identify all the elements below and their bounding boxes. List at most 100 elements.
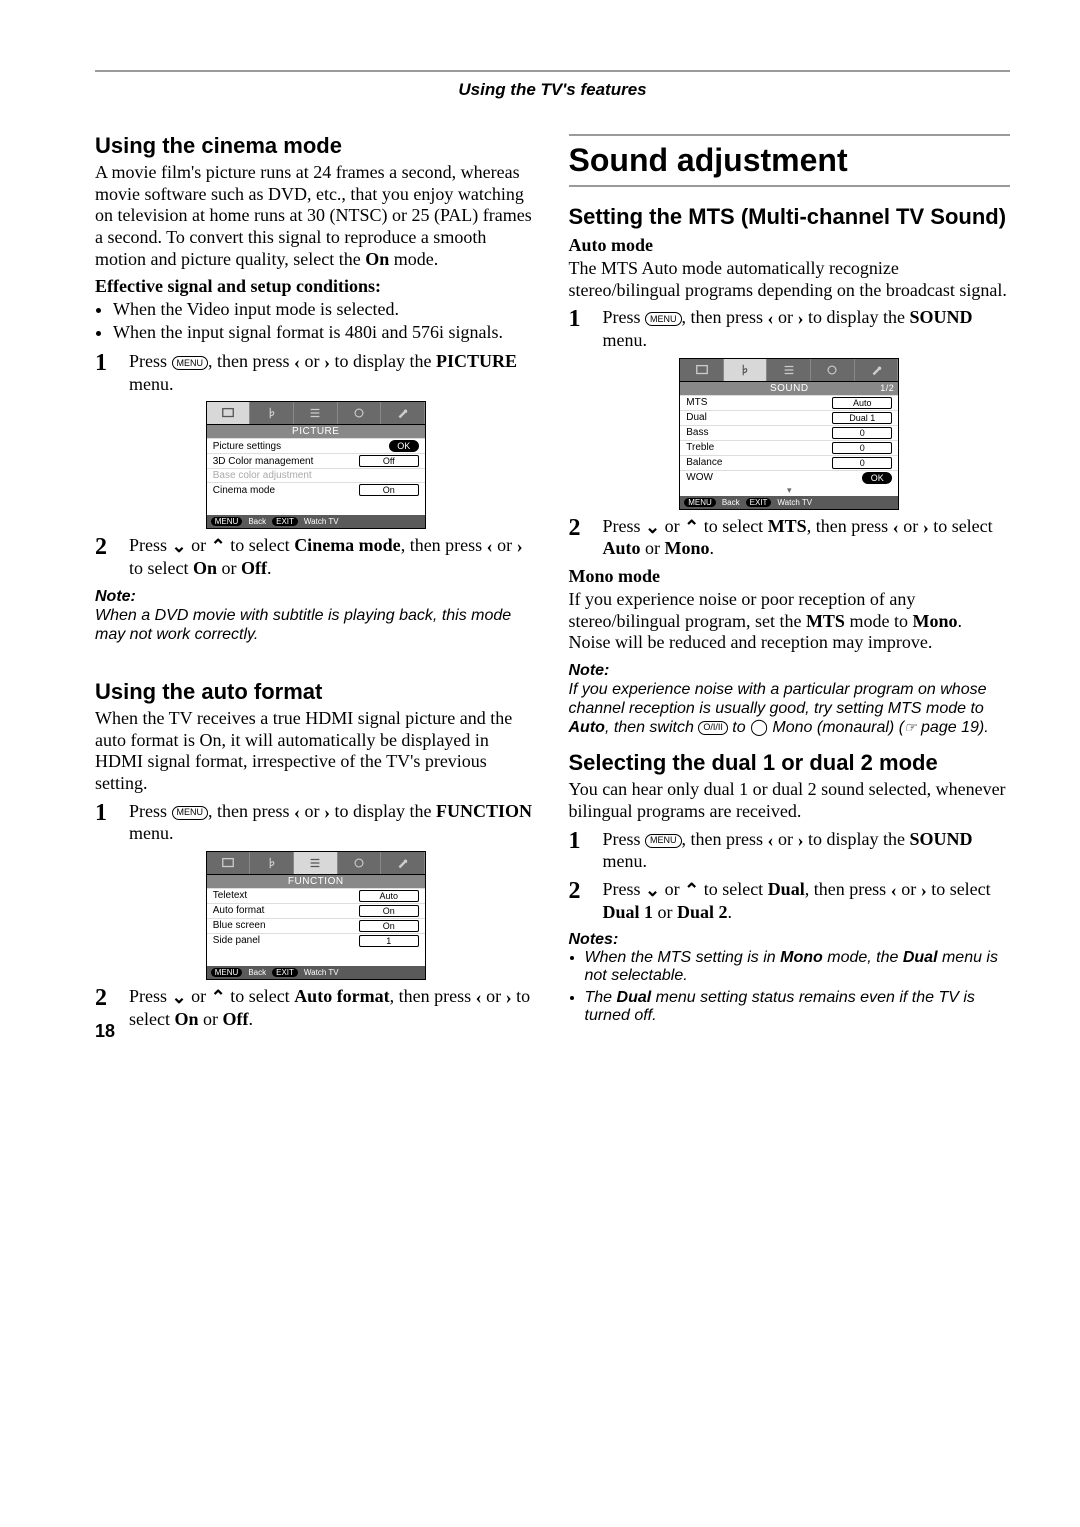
t: Watch TV — [304, 968, 339, 977]
cinema-paragraph: A movie film's picture runs at 24 frames… — [95, 162, 537, 270]
t: or — [641, 538, 665, 558]
t: menu. — [603, 330, 648, 350]
t: page 19). — [917, 719, 989, 736]
t: Noise will be reduced and reception may … — [569, 632, 933, 652]
t: Back — [248, 517, 266, 526]
t: On — [174, 1009, 198, 1029]
t: Back — [248, 968, 266, 977]
tab-function-icon — [294, 852, 338, 874]
t: , then press — [807, 516, 893, 536]
step-number: 1 — [95, 351, 119, 395]
menu-button-icon: MENU — [645, 312, 682, 326]
osd-row: Auto formatOn — [207, 903, 425, 918]
t: to select — [226, 986, 294, 1006]
down-indicator-icon: ▾ — [680, 485, 898, 496]
t: to select — [699, 879, 767, 899]
osd-rows: TeletextAutoAuto formatOnBlue screenOnSi… — [207, 888, 425, 948]
pointer-icon: ☞ — [904, 719, 917, 735]
osd-row-label: Base color adjustment — [213, 470, 419, 481]
t: mode, the — [823, 949, 903, 966]
running-header: Using the TV's features — [458, 80, 646, 99]
up-arrow-icon: ⌃ — [684, 880, 699, 900]
audio-button-icon: O/I/II — [698, 721, 728, 735]
up-arrow-icon: ⌃ — [684, 517, 699, 537]
t: When the MTS setting is in — [585, 949, 781, 966]
t: or — [493, 535, 517, 555]
t: , then switch — [605, 719, 698, 736]
t: Press — [129, 801, 172, 821]
osd-row-value: On — [359, 905, 419, 917]
step-number: 1 — [95, 801, 119, 845]
t: to select — [699, 516, 767, 536]
t: Press — [603, 829, 646, 849]
mts-step-1: Press MENU, then press ‹ or › to display… — [603, 307, 1011, 351]
t: Press — [129, 535, 172, 555]
osd-row-value: 0 — [832, 427, 892, 439]
t: or — [300, 351, 324, 371]
t: Press — [603, 879, 646, 899]
tab-sound-icon — [250, 402, 294, 424]
t: Cinema mode — [294, 535, 401, 555]
t: , then press — [208, 351, 294, 371]
osd-row: TeletextAuto — [207, 888, 425, 903]
t: Press — [603, 307, 646, 327]
step-number: 1 — [569, 829, 593, 873]
mts-step-2: Press ⌄ or ⌃ to select MTS, then press ‹… — [603, 516, 1011, 560]
osd-row-value: 0 — [832, 457, 892, 469]
right-arrow-icon: › — [517, 537, 523, 557]
t: or — [300, 801, 324, 821]
t: On — [193, 558, 217, 578]
t: Dual 1 — [603, 902, 654, 922]
t: or — [774, 829, 798, 849]
osd-row: DualDual 1 — [680, 410, 898, 425]
cond-1: When the Video input mode is selected. — [113, 299, 537, 320]
osd-row-label: 3D Color management — [213, 456, 359, 467]
t: , then press — [805, 879, 891, 899]
osd-rows: MTSAutoDualDual 1Bass0Treble0Balance0WOW… — [680, 395, 898, 485]
t: to display the — [804, 829, 910, 849]
effective-conditions-heading: Effective signal and setup conditions: — [95, 276, 537, 297]
menu-tag: MENU — [211, 968, 243, 977]
tab-picture-icon — [207, 402, 251, 424]
tab-sound-icon — [724, 359, 768, 381]
auto-mode-paragraph: The MTS Auto mode automatically recogniz… — [569, 258, 1011, 301]
t: . — [710, 538, 715, 558]
note-item: The Dual menu setting status remains eve… — [585, 989, 1011, 1025]
t: FUNCTION — [436, 801, 532, 821]
menu-tag: MENU — [211, 517, 243, 526]
t: , then press — [390, 986, 476, 1006]
t: . — [957, 611, 962, 631]
osd-row: 3D Color managementOff — [207, 453, 425, 468]
t: to select — [927, 879, 991, 899]
t: , then press — [682, 829, 768, 849]
osd-row-label: Treble — [686, 442, 832, 453]
note-heading: Note: — [569, 662, 1011, 680]
osd-row-label: Auto format — [213, 905, 359, 916]
osd-row-label: MTS — [686, 397, 832, 408]
t: menu. — [129, 823, 174, 843]
osd-row-value: OK — [862, 472, 892, 484]
osd-row: Treble0 — [680, 440, 898, 455]
t: Mono — [780, 949, 823, 966]
t: to display the — [330, 801, 436, 821]
osd-row-value: OK — [389, 440, 419, 452]
osd-row-label: Balance — [686, 457, 832, 468]
autoformat-paragraph: When the TV receives a true HDMI signal … — [95, 708, 537, 794]
t: or — [897, 879, 921, 899]
text: mode. — [389, 249, 438, 269]
text: A movie film's picture runs at 24 frames… — [95, 162, 532, 268]
osd-row: WOWOK — [680, 470, 898, 485]
exit-tag: EXIT — [272, 517, 298, 526]
tab-function-icon — [767, 359, 811, 381]
osd-picture-menu: PICTURE Picture settingsOK3D Color manag… — [206, 401, 426, 529]
t: Press — [129, 986, 172, 1006]
osd-function-menu: FUNCTION TeletextAutoAuto formatOnBlue s… — [206, 851, 426, 980]
note-body: If you experience noise with a particula… — [569, 680, 1011, 738]
osd-footer: MENUBack EXITWatch TV — [207, 966, 425, 979]
osd-row: MTSAuto — [680, 395, 898, 410]
t: , then press — [682, 307, 768, 327]
tab-picture-icon — [680, 359, 724, 381]
t: Press — [129, 351, 172, 371]
t: Dual — [903, 949, 938, 966]
t: SOUND — [910, 307, 973, 327]
